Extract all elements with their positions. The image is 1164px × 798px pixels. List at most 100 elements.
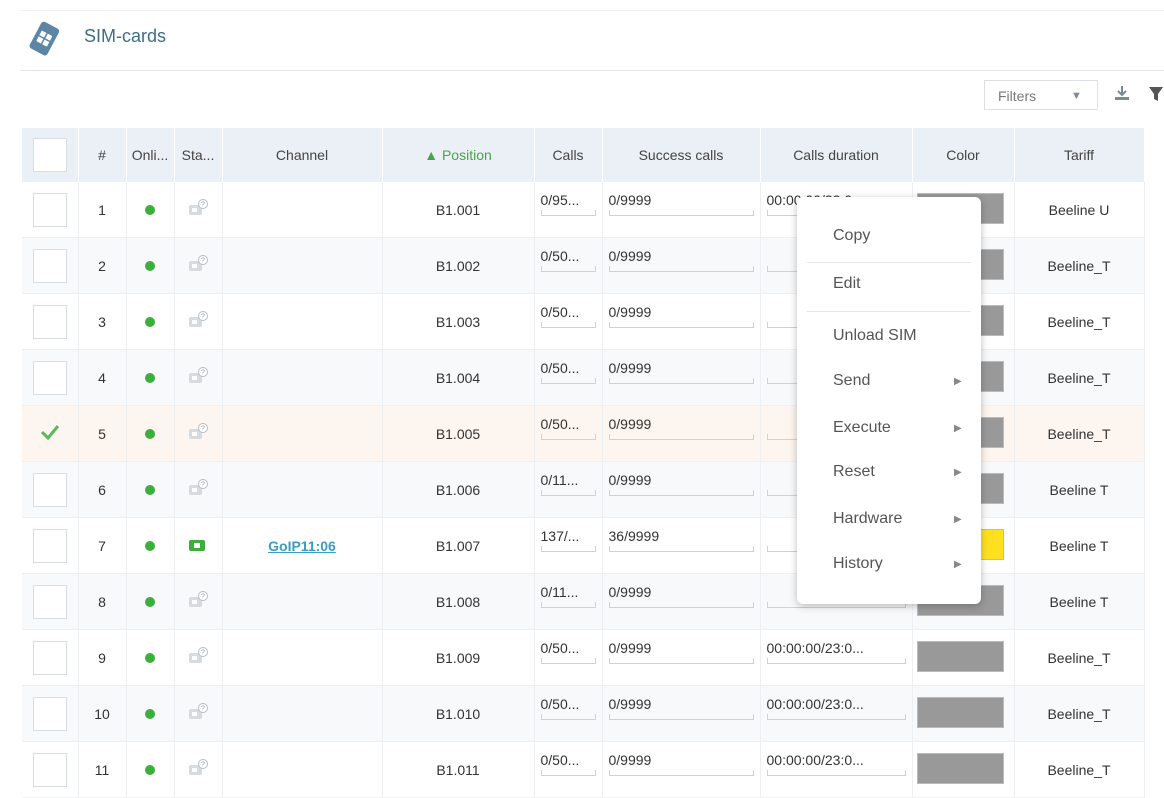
online-status-icon <box>145 708 155 719</box>
row-checkbox-cell <box>22 461 79 518</box>
row-number: 8 <box>78 573 127 630</box>
row-checkbox-cell <box>22 517 79 574</box>
calls-progress <box>540 490 596 496</box>
channel-link[interactable]: GoIP11:06 <box>268 538 336 554</box>
row-checkbox-cell <box>22 182 79 238</box>
success-calls-cell: 0/9999 <box>602 349 761 406</box>
sim-unknown-icon: ? <box>187 479 209 501</box>
online-status-icon <box>145 316 155 327</box>
success-calls-value: 0/9999 <box>608 248 652 264</box>
row-checkbox[interactable] <box>32 584 67 619</box>
success-calls-progress <box>608 434 754 440</box>
success-calls-progress <box>608 770 754 776</box>
row-checkbox[interactable] <box>32 192 67 227</box>
row-checkbox-cell <box>22 349 79 406</box>
row-checkbox-cell <box>22 293 79 350</box>
calls-progress <box>540 602 596 608</box>
row-checkbox[interactable] <box>32 640 67 675</box>
table-row[interactable]: 10? B1.010 0/50... 0/9999 00:00:00/23:0... Be… <box>22 685 1145 742</box>
row-checkbox[interactable] <box>32 752 67 787</box>
row-checkbox[interactable] <box>33 417 67 451</box>
row-checkbox[interactable] <box>32 360 67 395</box>
column-header-status[interactable]: Sta... <box>174 128 223 182</box>
column-header-success-calls[interactable]: Success calls <box>602 128 761 182</box>
filters-dropdown[interactable]: Filters ▼ <box>984 80 1098 110</box>
calls-value: 0/50... <box>540 696 580 712</box>
select-all-checkbox[interactable] <box>32 138 67 172</box>
calls-cell: 0/50... <box>534 685 603 742</box>
column-header-position[interactable]: ▲ Position <box>382 128 535 182</box>
menu-item-copy[interactable]: Copy <box>797 217 981 257</box>
menu-item-history[interactable]: History ▶ <box>797 545 981 585</box>
calls-value: 0/50... <box>540 304 580 320</box>
success-calls-progress <box>608 266 754 272</box>
calls-cell: 0/50... <box>534 405 603 462</box>
success-calls-value: 36/9999 <box>608 528 660 544</box>
menu-item-reset[interactable]: Reset ▶ <box>797 453 981 493</box>
row-checkbox[interactable] <box>32 528 67 563</box>
duration-progress <box>766 714 906 720</box>
column-header-calls-duration[interactable]: Calls duration <box>760 128 913 182</box>
online-status-icon <box>145 764 155 775</box>
menu-item-hardware[interactable]: Hardware ▶ <box>797 500 981 540</box>
success-calls-value: 0/9999 <box>608 752 652 768</box>
success-calls-cell: 0/9999 <box>602 182 761 238</box>
status-cell: ? <box>174 182 223 238</box>
row-checkbox-cell <box>22 573 79 630</box>
tariff-value: Beeline_T <box>1014 237 1145 294</box>
channel-cell: GoIP11:06 <box>222 517 383 574</box>
color-cell <box>912 629 1015 686</box>
success-calls-value: 0/9999 <box>608 360 652 376</box>
filter-icon[interactable] <box>1148 86 1164 102</box>
online-status-icon <box>145 484 155 495</box>
calls-cell: 0/11... <box>534 461 603 518</box>
duration-progress <box>766 770 906 776</box>
success-calls-cell: 0/9999 <box>602 741 761 798</box>
download-icon[interactable] <box>1114 84 1130 102</box>
status-cell: ? <box>174 461 223 518</box>
filters-label: Filters <box>998 88 1037 104</box>
menu-item-send[interactable]: Send ▶ <box>797 362 981 402</box>
channel-cell <box>222 237 383 294</box>
table-row[interactable]: 11? B1.011 0/50... 0/9999 00:00:00/23:0... Be… <box>22 741 1145 798</box>
menu-item-label: Unload SIM <box>833 327 917 344</box>
table-row[interactable]: 9? B1.009 0/50... 0/9999 00:00:00/23:0... Bee… <box>22 629 1145 686</box>
menu-item-label: History <box>833 555 883 572</box>
row-number: 4 <box>78 349 127 406</box>
online-status-icon <box>145 596 155 607</box>
channel-cell <box>222 293 383 350</box>
row-number: 7 <box>78 517 127 574</box>
menu-item-execute[interactable]: Execute ▶ <box>797 409 981 449</box>
row-checkbox[interactable] <box>32 304 67 339</box>
tariff-value: Beeline_T <box>1014 349 1145 406</box>
success-calls-progress <box>608 322 754 328</box>
row-checkbox[interactable] <box>32 248 67 283</box>
svg-text:?: ? <box>201 762 205 769</box>
online-cell <box>126 741 175 798</box>
channel-cell <box>222 461 383 518</box>
column-header-tariff[interactable]: Tariff <box>1014 128 1145 182</box>
row-checkbox[interactable] <box>32 472 67 507</box>
calls-progress <box>540 658 596 664</box>
calls-progress <box>540 770 596 776</box>
tariff-value: Beeline_T <box>1014 405 1145 462</box>
column-header-number[interactable]: # <box>78 128 127 182</box>
success-calls-cell: 0/9999 <box>602 685 761 742</box>
position-value: B1.011 <box>382 741 535 798</box>
color-swatch <box>916 753 1004 784</box>
row-checkbox[interactable] <box>32 696 67 731</box>
column-header-channel[interactable]: Channel <box>222 128 383 182</box>
tariff-value: Beeline_T <box>1014 741 1145 798</box>
column-header-color[interactable]: Color <box>912 128 1015 182</box>
column-header-calls[interactable]: Calls <box>534 128 603 182</box>
success-calls-value: 0/9999 <box>608 416 652 432</box>
menu-item-unload-sim[interactable]: Unload SIM <box>797 317 981 357</box>
position-value: B1.002 <box>382 237 535 294</box>
success-calls-progress <box>608 378 754 384</box>
column-header-online[interactable]: Onli... <box>126 128 175 182</box>
menu-item-edit[interactable]: Edit <box>797 265 981 305</box>
status-cell: ? <box>174 293 223 350</box>
calls-progress <box>540 378 596 384</box>
position-value: B1.007 <box>382 517 535 574</box>
success-calls-progress <box>608 490 754 496</box>
